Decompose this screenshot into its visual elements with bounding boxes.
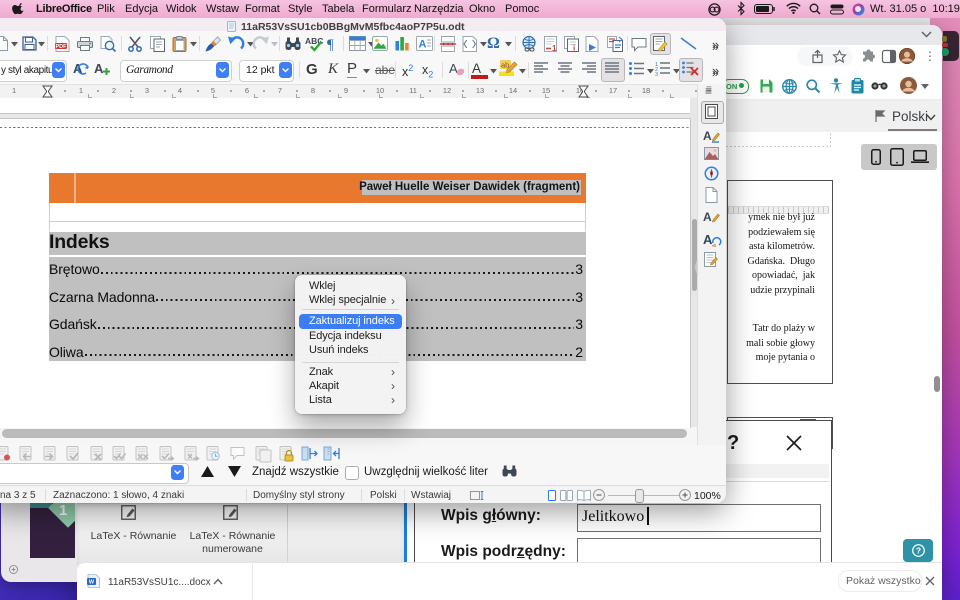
svg-text:¶: ¶: [327, 37, 334, 53]
svg-text:A: A: [449, 61, 458, 76]
svg-text:1: 1: [552, 44, 557, 53]
svg-text:A: A: [419, 39, 427, 51]
svg-text:A: A: [703, 210, 712, 224]
svg-text:A: A: [703, 232, 713, 247]
svg-text:A: A: [703, 129, 712, 143]
svg-text:PDF: PDF: [56, 44, 68, 50]
svg-text:3: 3: [655, 72, 658, 78]
svg-text:A: A: [94, 61, 104, 76]
